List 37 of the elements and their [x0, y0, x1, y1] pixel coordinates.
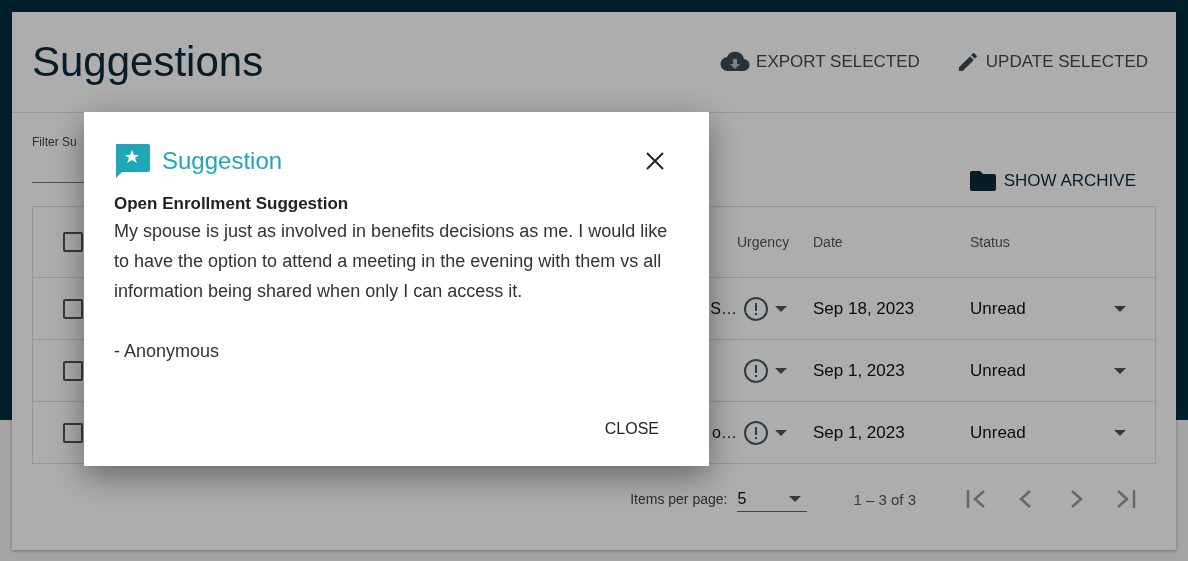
- caret-icon: [775, 367, 787, 374]
- table-cell-text: Sep 18, 2023: [813, 298, 916, 319]
- column-header[interactable]: Date: [813, 234, 970, 250]
- caret-icon: [789, 495, 802, 502]
- close-icon[interactable]: [645, 151, 665, 171]
- show-archive-button[interactable]: SHOW ARCHIVE: [969, 165, 1156, 191]
- table-cell: o…: [712, 423, 737, 442]
- page-title: Suggestions: [32, 38, 265, 86]
- table-cell-text: Unread: [970, 360, 1027, 381]
- page-range: 1 – 3 of 3: [853, 490, 916, 508]
- table-cell: S…: [710, 299, 737, 318]
- suggestion-message: My spouse is just as involved in benefits decisions as me. I would like to have the option to attend a meeting in the evening with them vs all information being shared when only I can access it.: [114, 220, 669, 303]
- update-selected-button[interactable]: UPDATE SELECTED: [947, 44, 1156, 80]
- status-caret-icon: [1114, 367, 1126, 374]
- table-cell-text: Unread: [970, 298, 1027, 319]
- exclamation-circle-icon: [743, 357, 769, 384]
- table-cell-text: Sep 1, 2023: [813, 422, 906, 443]
- suggestion-heading: Open Enrollment Suggestion: [114, 193, 350, 215]
- star-message-icon: [114, 144, 150, 178]
- export-selected-button[interactable]: EXPORT SELECTED: [712, 45, 928, 79]
- dialog-title: Suggestion: [162, 147, 284, 175]
- exclamation-circle-icon: [743, 419, 769, 446]
- caret-icon: [775, 305, 787, 312]
- folder-icon: [969, 171, 996, 191]
- close-button[interactable]: CLOSE: [584, 412, 679, 446]
- cloud-download-icon: [720, 51, 751, 73]
- status-caret-icon: [1114, 429, 1126, 436]
- exclamation-circle-icon: [743, 295, 769, 322]
- table-cell-text: Sep 1, 2023: [813, 360, 906, 381]
- column-header[interactable]: Urgency: [737, 234, 813, 250]
- suggestion-signature: - Anonymous: [114, 340, 221, 363]
- items-per-page-label: Items per page:: [630, 491, 728, 507]
- table-cell-text: Unread: [970, 422, 1027, 443]
- column-header[interactable]: Status: [970, 234, 1101, 250]
- status-caret-icon: [1114, 305, 1126, 312]
- caret-icon: [775, 429, 787, 436]
- page-size-select[interactable]: 5: [737, 486, 808, 512]
